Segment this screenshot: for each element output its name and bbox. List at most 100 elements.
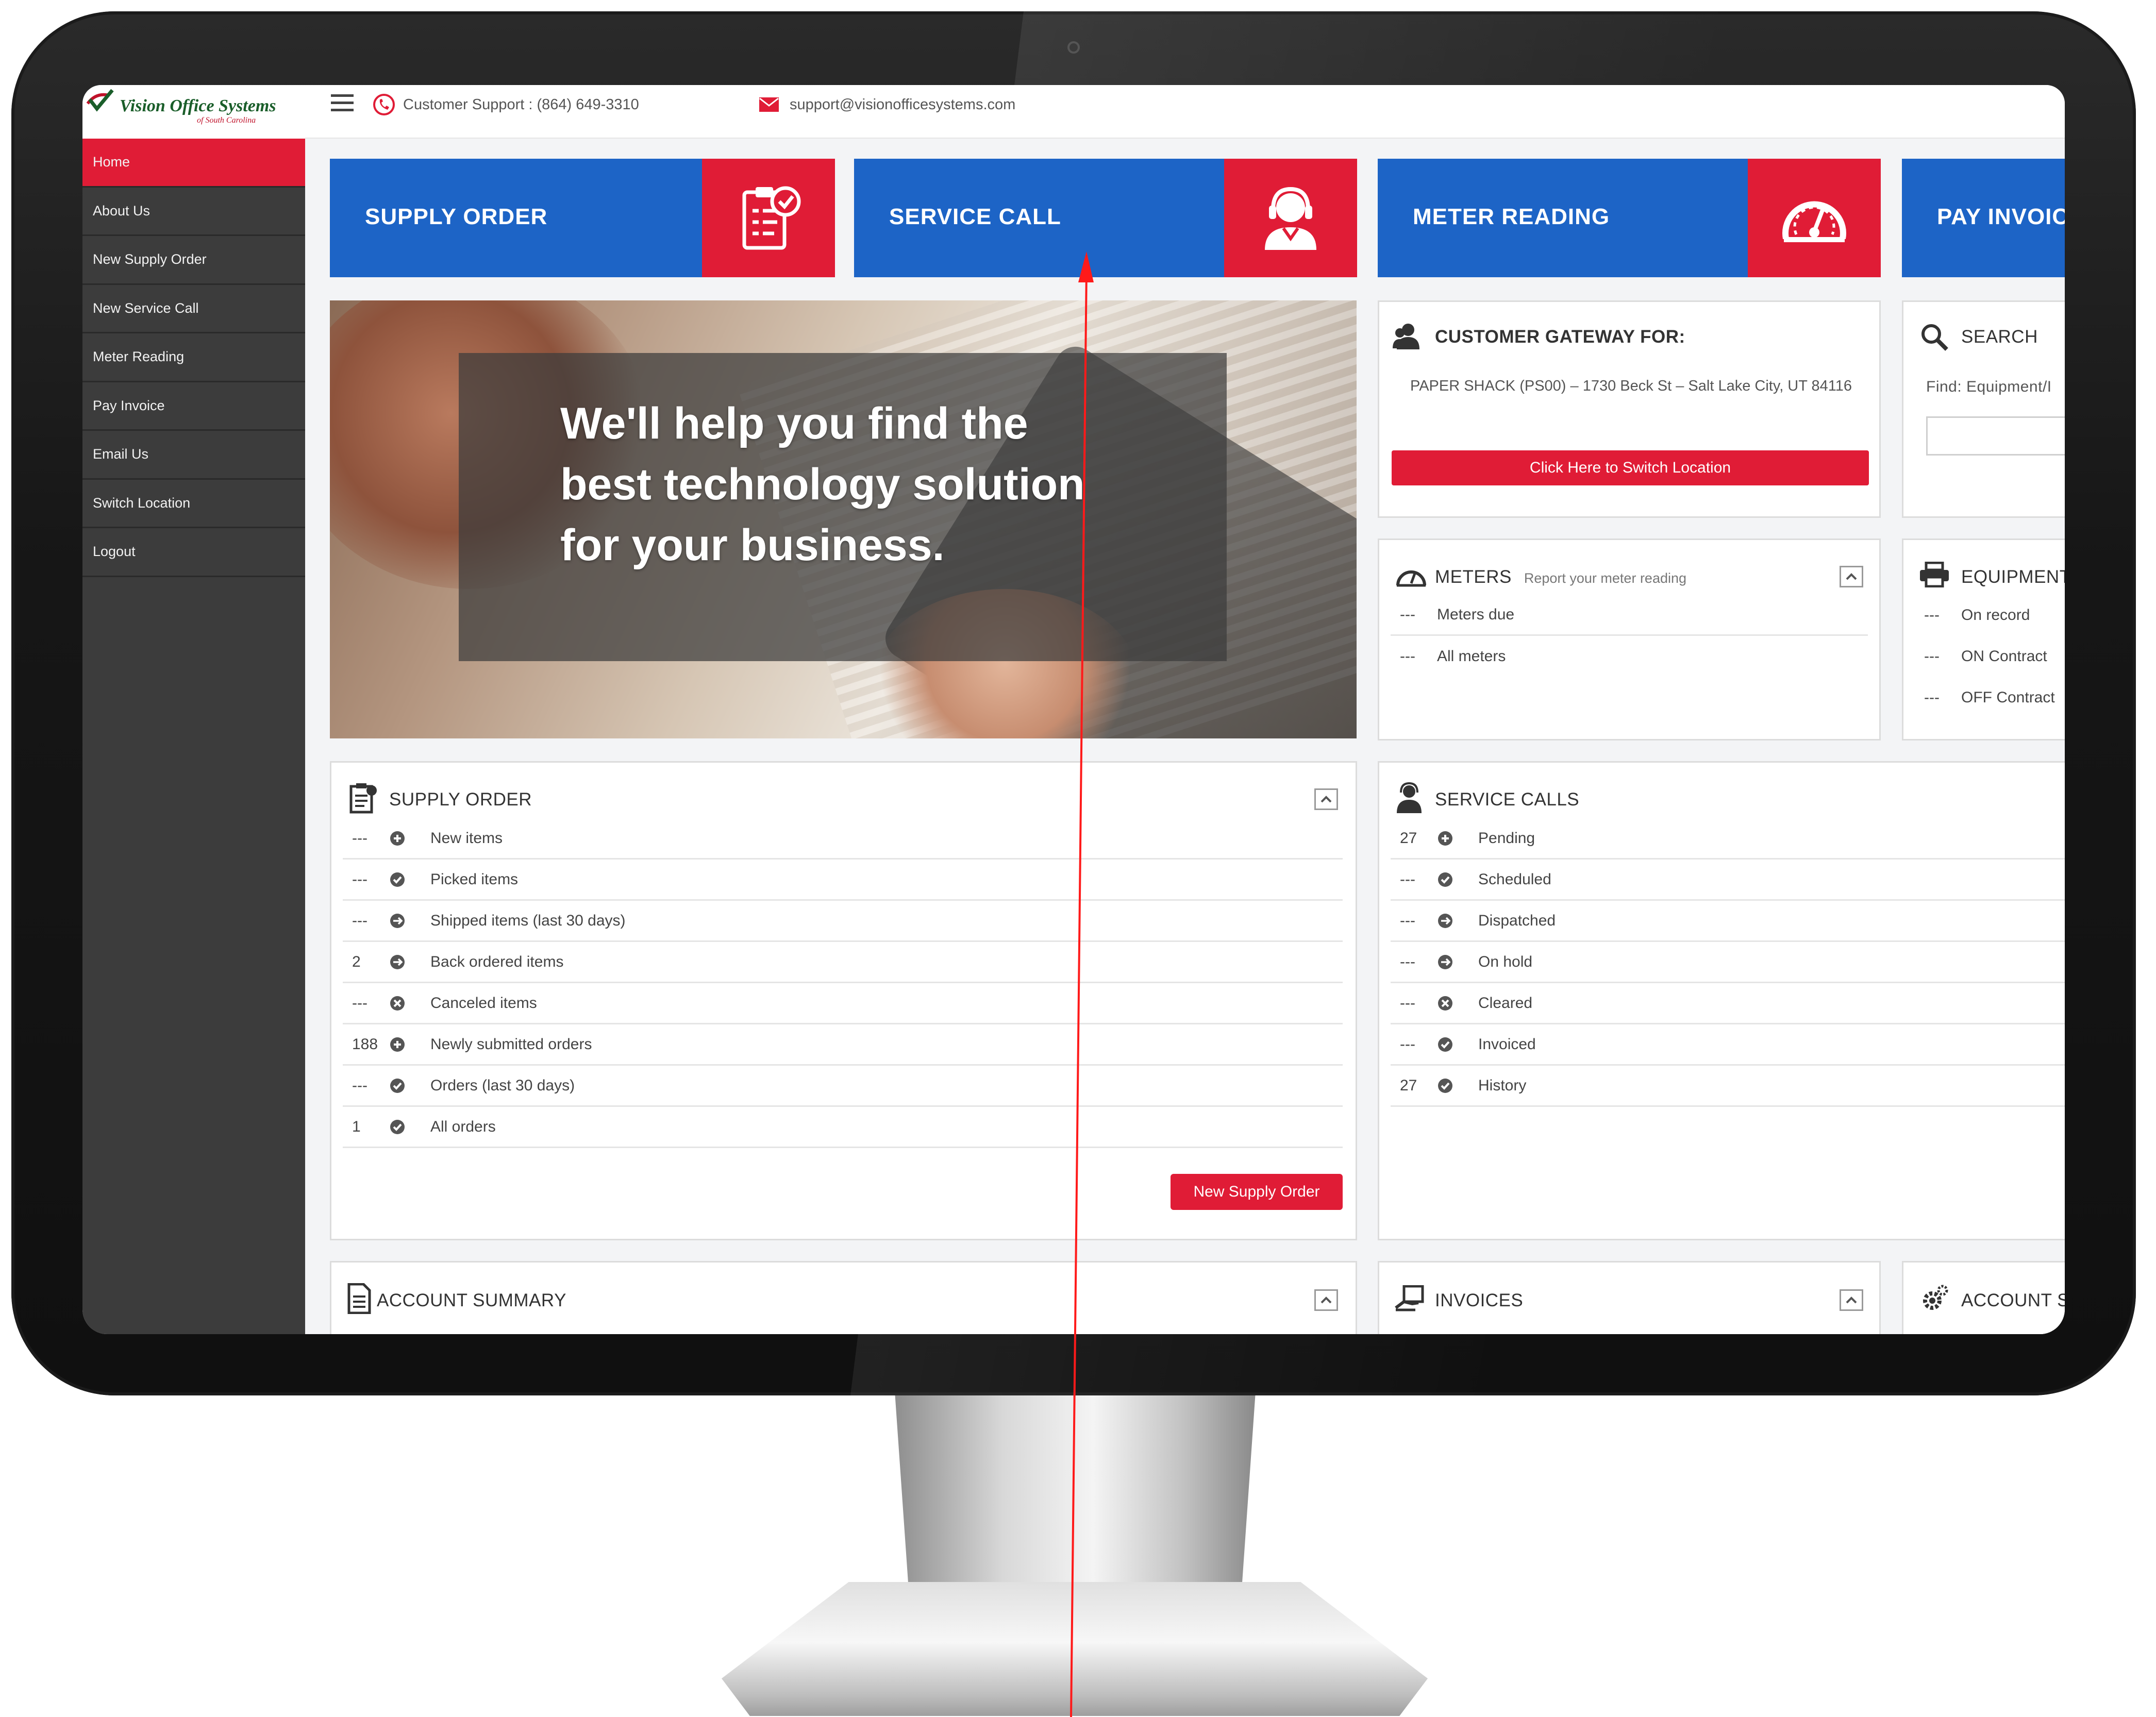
sidebar-item-logout[interactable]: Logout (82, 528, 305, 577)
gauge-icon (1396, 570, 1426, 587)
list-item[interactable]: --- Picked items (343, 860, 1343, 901)
sidebar-item-pay-invoice[interactable]: Pay Invoice (82, 382, 305, 431)
account-summary-panel: ACCOUNT SUMMARY (330, 1261, 1357, 1334)
list-item[interactable]: --- Meters due (1391, 595, 1868, 636)
arrow-circle-icon (389, 913, 430, 929)
item-label: Scheduled (1478, 870, 1551, 888)
equipment-label: ON Contract (1961, 648, 2047, 665)
item-label: Canceled items (430, 994, 537, 1012)
webcam-dot (1067, 41, 1080, 54)
list-item[interactable]: --- All meters (1391, 636, 1868, 677)
hero-banner: We'll help you find the best technology … (330, 300, 1357, 738)
users-icon (1393, 324, 1419, 349)
item-count: --- (1400, 1035, 1415, 1053)
envelope-icon (759, 97, 779, 112)
list-item[interactable]: --- Cleared (1391, 983, 2065, 1024)
item-label: Shipped items (last 30 days) (430, 912, 626, 929)
item-label: Dispatched (1478, 912, 1556, 929)
item-count: --- (352, 912, 367, 929)
meter-reading-tile[interactable]: METER READING (1378, 159, 1881, 277)
check-circle-icon (1437, 1078, 1478, 1094)
list-item[interactable]: --- On record (1915, 595, 2065, 636)
arrow-circle-icon (1437, 954, 1478, 970)
list-item[interactable]: --- Invoiced (1391, 1024, 2065, 1066)
plus-circle-icon (1437, 830, 1478, 847)
item-label: Invoiced (1478, 1035, 1536, 1053)
list-item[interactable]: --- Orders (last 30 days) (343, 1066, 1343, 1107)
support-email[interactable]: support@visionofficesystems.com (759, 91, 1015, 118)
screen: Vision Office Systems of South Carolina … (82, 85, 2065, 1334)
tile-icon-box (1748, 159, 1881, 277)
item-count: 1 (352, 1118, 361, 1135)
sidebar-item-switch-location[interactable]: Switch Location (82, 480, 305, 528)
sidebar-item-home[interactable]: Home (82, 139, 305, 188)
meters-collapse-button[interactable] (1840, 566, 1863, 587)
sidebar-item-new-supply-order[interactable]: New Supply Order (82, 236, 305, 285)
list-item[interactable]: --- Scheduled (1391, 860, 2065, 901)
chevron-up-icon (1846, 1297, 1857, 1304)
item-count: 27 (1400, 1076, 1417, 1094)
service-calls-panel: SERVICE CALLS 27 Pending --- Scheduled --- Di… (1378, 761, 2065, 1240)
tile-icon-box (1224, 159, 1357, 277)
item-count: --- (1400, 994, 1415, 1012)
invoices-collapse-button[interactable] (1840, 1289, 1863, 1311)
supply-order-tile[interactable]: SUPPLY ORDER (330, 159, 835, 277)
chevron-up-icon (1321, 796, 1332, 803)
brand-tagline: of South Carolina (197, 116, 256, 125)
gateway-title: CUSTOMER GATEWAY FOR: (1435, 327, 1685, 347)
list-item[interactable]: --- Dispatched (1391, 901, 2065, 942)
supply-collapse-button[interactable] (1314, 788, 1338, 810)
search-title: SEARCH (1961, 327, 2038, 347)
item-count: 2 (352, 953, 361, 970)
x-circle-icon (389, 995, 430, 1012)
account-summary-collapse-button[interactable] (1314, 1289, 1338, 1311)
list-item[interactable]: --- On hold (1391, 942, 2065, 983)
pay-invoice-tile[interactable]: PAY INVOIC (1902, 159, 2065, 277)
meter-label: Meters due (1437, 605, 1515, 623)
list-item[interactable]: --- ON Contract (1915, 636, 2065, 677)
arrow-circle-icon (1437, 913, 1478, 929)
list-item[interactable]: --- New items (343, 818, 1343, 860)
customer-support[interactable]: Customer Support : (864) 649-3310 (372, 91, 639, 118)
check-circle-icon (389, 1078, 430, 1094)
chevron-up-icon (1846, 573, 1857, 580)
meter-count: --- (1400, 648, 1415, 665)
brand-logo[interactable]: Vision Office Systems of South Carolina (82, 85, 305, 139)
arrow-circle-icon (389, 954, 430, 970)
equipment-count: --- (1924, 607, 1940, 624)
clipboard-icon (349, 783, 377, 814)
list-item[interactable]: 1 All orders (343, 1107, 1343, 1148)
list-item[interactable]: 2 Back ordered items (343, 942, 1343, 983)
item-label: Newly submitted orders (430, 1035, 592, 1053)
sidebar-item-about-us[interactable]: About Us (82, 188, 305, 236)
phone-icon (373, 94, 395, 115)
menu-icon[interactable] (331, 94, 354, 115)
hero-headline: We'll help you find the best technology … (560, 399, 1085, 570)
sidebar-item-new-service-call[interactable]: New Service Call (82, 285, 305, 333)
x-circle-icon (1437, 995, 1478, 1012)
invoice-hand-icon (1395, 1285, 1424, 1311)
search-find-label: Find: Equipment/I (1926, 378, 2052, 395)
sidebar-item-meter-reading[interactable]: Meter Reading (82, 333, 305, 382)
new-supply-order-button[interactable]: New Supply Order (1171, 1174, 1343, 1210)
item-label: All orders (430, 1118, 496, 1135)
support-phone: Customer Support : (864) 649-3310 (403, 96, 639, 113)
list-item[interactable]: 188 Newly submitted orders (343, 1024, 1343, 1066)
account-settings-panel: ACCOUNT S (1902, 1261, 2065, 1334)
item-label: History (1478, 1076, 1527, 1094)
list-item[interactable]: --- OFF Contract (1915, 677, 2065, 718)
equipment-panel: EQUIPMENT --- On record --- ON Contract --… (1902, 538, 2065, 740)
list-item[interactable]: --- Shipped items (last 30 days) (343, 901, 1343, 942)
equipment-title: EQUIPMENT (1961, 567, 2065, 587)
list-item[interactable]: --- Canceled items (343, 983, 1343, 1024)
account-summary-title: ACCOUNT SUMMARY (377, 1290, 566, 1310)
list-item[interactable]: 27 History (1391, 1066, 2065, 1107)
item-count: 27 (1400, 829, 1417, 847)
sidebar-item-email-us[interactable]: Email Us (82, 431, 305, 480)
switch-location-button[interactable]: Click Here to Switch Location (1392, 450, 1869, 485)
tile-label: SERVICE CALL (889, 204, 1061, 229)
list-item[interactable]: 27 Pending (1391, 818, 2065, 860)
service-calls-title: SERVICE CALLS (1435, 789, 1580, 810)
search-input[interactable] (1926, 416, 2065, 456)
service-call-tile[interactable]: SERVICE CALL (854, 159, 1357, 277)
